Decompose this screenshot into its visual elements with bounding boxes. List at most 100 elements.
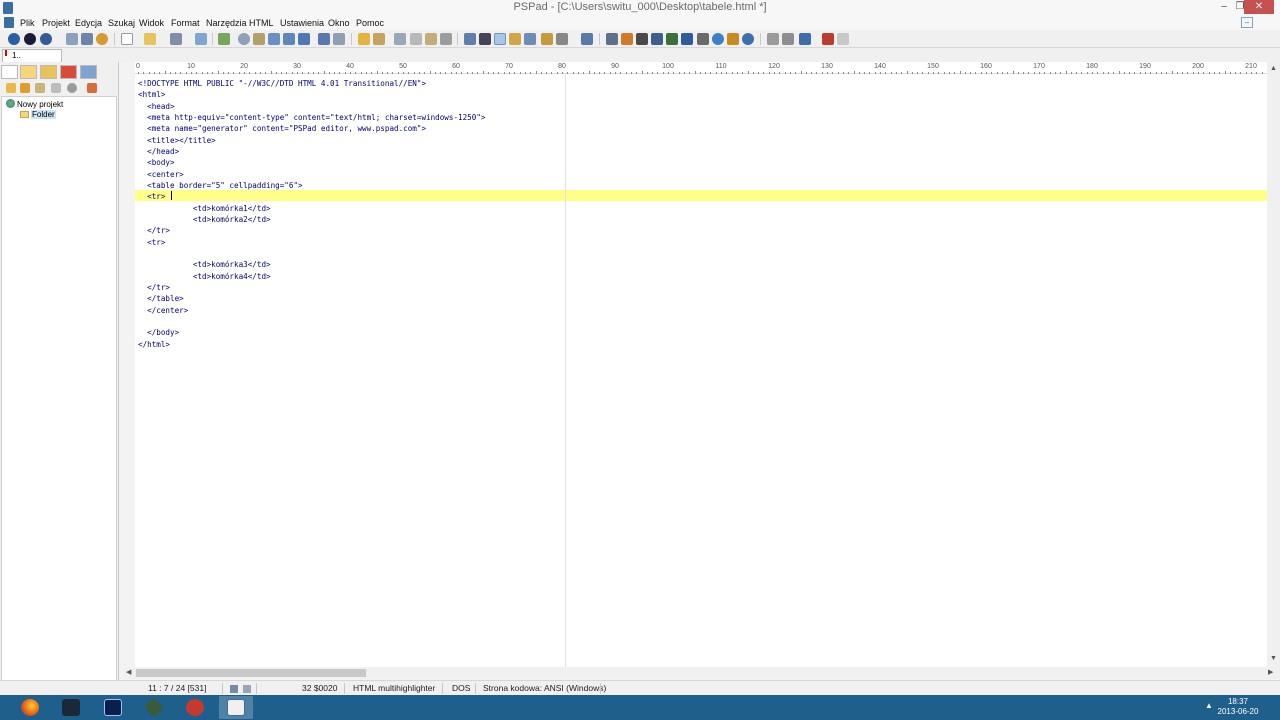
code-line[interactable]: <center> [138,169,184,180]
open-file-icon[interactable] [144,33,156,45]
scroll-up-icon[interactable]: ▲ [1270,64,1277,74]
code-line[interactable]: <meta name="generator" content="PSPad ed… [138,123,426,134]
taskbar-app-diamond[interactable] [137,696,171,719]
menu-ustawienia[interactable]: Ustawienia [280,16,324,30]
browser-preview-icon[interactable] [712,33,724,45]
refresh-icon[interactable] [67,83,77,93]
clock[interactable]: 18:37 2013-06-20 [1210,697,1266,717]
find-files-icon[interactable] [268,33,280,45]
code-line[interactable]: </tr> [138,225,170,236]
tab-clips-icon[interactable] [80,65,97,79]
image-icon[interactable] [651,33,663,45]
code-line[interactable]: <meta http-equiv="content-type" content=… [138,112,485,123]
tool2-icon[interactable] [782,33,794,45]
copy-icon[interactable] [410,33,422,45]
tidy-icon[interactable] [697,33,709,45]
tool1-icon[interactable] [767,33,779,45]
clipboard-icon[interactable] [81,33,93,45]
code-line[interactable]: </tr> [138,282,170,293]
word-wrap-icon[interactable] [464,33,476,45]
project-settings-icon[interactable] [87,83,97,93]
code-explorer-icon[interactable] [556,33,568,45]
code-line[interactable]: <td>komórka3</td> [138,259,271,270]
code-line[interactable]: <td>komórka2</td> [138,214,271,225]
replace-icon[interactable] [253,33,265,45]
ftp-icon[interactable] [66,33,78,45]
column-mode-icon[interactable] [494,33,506,45]
menu-plik[interactable]: Plik [20,16,35,30]
tree-folder[interactable]: Folder [20,110,56,120]
menu-okno[interactable]: Okno [328,16,350,30]
settings-gear-icon[interactable] [96,33,108,45]
code-line[interactable]: <head> [138,101,174,112]
highlight-icon[interactable] [509,33,521,45]
validate-icon[interactable] [727,33,739,45]
vertical-scrollbar[interactable]: ▲ ▼ [1267,62,1280,667]
html-icon[interactable] [606,33,618,45]
goto-icon[interactable] [283,33,295,45]
add-file-icon[interactable] [35,83,45,93]
code-line[interactable]: </head> [138,146,179,157]
code-line[interactable]: <table border="5" cellpadding="6"> [138,180,302,191]
code-line[interactable]: <tr> [138,237,165,248]
macro-play-icon[interactable] [837,33,849,45]
open-project-icon[interactable] [24,33,36,45]
minimize-icon[interactable]: – [1216,0,1232,14]
menu-pomoc[interactable]: Pomoc [356,16,384,30]
block-icon[interactable] [524,33,536,45]
undo-icon[interactable] [358,33,370,45]
codepage[interactable]: Strona kodowa: ANSI (Windows) [483,683,606,693]
taskbar-firefox[interactable] [13,696,47,719]
horizontal-scrollbar[interactable]: ◀ ▶ [124,667,1280,679]
code-line[interactable]: <td>komórka1</td> [138,203,271,214]
tree-icon[interactable] [218,33,230,45]
redo-icon[interactable] [373,33,385,45]
preview-icon[interactable] [318,33,330,45]
code-line[interactable]: <body> [138,157,174,168]
menu-projekt[interactable]: Projekt [42,16,70,30]
restore-document-icon[interactable]: – [1241,17,1253,28]
menu-edycja[interactable]: Edycja [75,16,102,30]
close-icon[interactable]: ✕ [1244,0,1274,14]
code-line[interactable]: <title></title> [138,135,216,146]
highlighter[interactable]: HTML multihighlighter [353,683,435,693]
document-menu-icon[interactable] [4,17,14,28]
search-icon[interactable] [238,33,250,45]
taskbar-steam[interactable] [54,696,88,719]
code-line[interactable]: </body> [138,327,179,338]
taskbar-editor[interactable] [96,696,130,719]
table-icon[interactable] [636,33,648,45]
cut-icon[interactable] [394,33,406,45]
scroll-right-icon[interactable]: ▶ [1268,668,1273,678]
code-line[interactable]: <td>komórka4</td> [138,271,271,282]
menu-narzedzia[interactable]: Narzędzia [206,16,247,30]
paste-icon[interactable] [425,33,437,45]
code-line[interactable]: </html> [138,339,170,350]
menu-format[interactable]: Format [171,16,200,30]
save-project-icon[interactable] [40,33,52,45]
lock-icon[interactable] [541,33,553,45]
scroll-left-icon[interactable]: ◀ [126,668,131,678]
new-project-icon[interactable] [6,83,16,93]
tab-favorites-icon[interactable] [60,65,77,79]
css-icon[interactable] [621,33,633,45]
project-icon[interactable] [8,33,20,45]
print-icon[interactable] [333,33,345,45]
taskbar-pspad[interactable] [219,696,253,719]
code-line[interactable]: <!DOCTYPE HTML PUBLIC "-//W3C//DTD HTML … [138,78,426,89]
open-project-folder-icon[interactable] [20,83,30,93]
anchor-icon[interactable] [681,33,693,45]
taskbar-app-car[interactable] [178,696,212,719]
macro-icon[interactable] [822,33,834,45]
new-file-icon[interactable] [121,33,133,45]
save-all-icon[interactable] [195,33,207,45]
horizontal-scroll-thumb[interactable] [136,669,366,677]
window-icon[interactable] [799,33,811,45]
color-icon[interactable] [666,33,678,45]
tab-open-files-icon[interactable] [40,65,57,79]
menu-szukaj[interactable]: Szukaj [108,16,135,30]
delete-icon[interactable] [440,33,452,45]
code-line[interactable]: </table> [138,293,184,304]
code-line[interactable]: <html> [138,89,165,100]
line-endings[interactable]: DOS [452,683,470,693]
